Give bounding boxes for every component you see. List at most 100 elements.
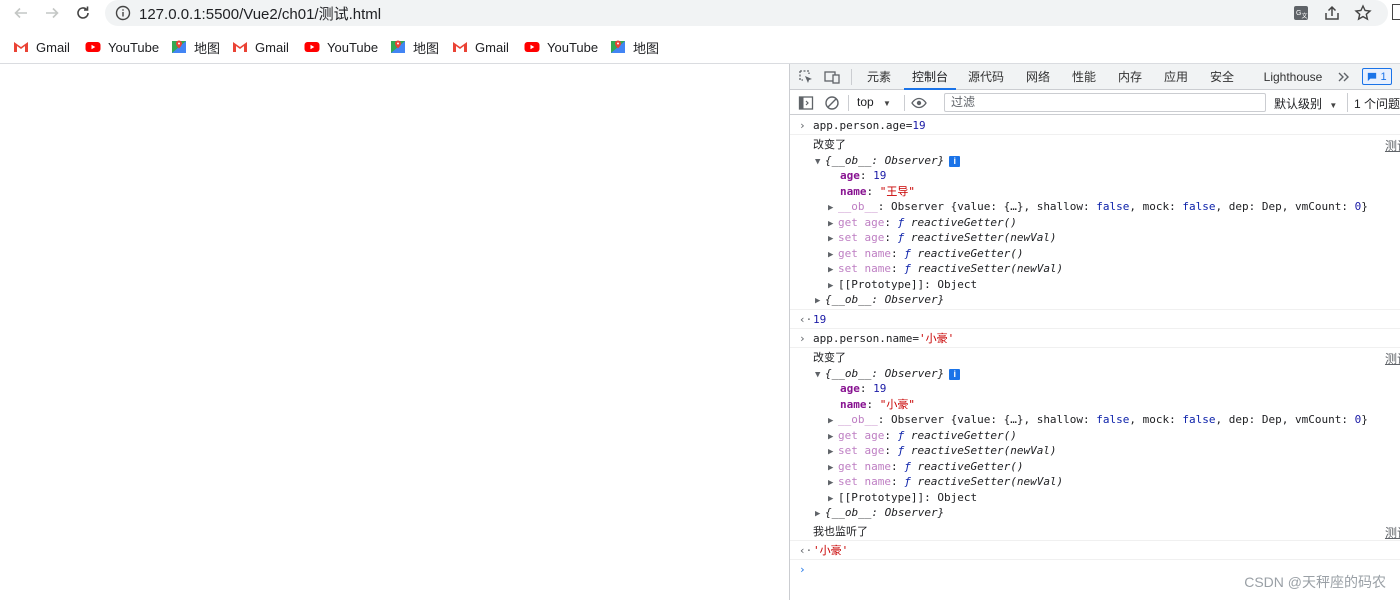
bookmark-item[interactable]: YouTube	[304, 39, 378, 55]
object-collapsed[interactable]: ▶ {__ob__: Observer}	[815, 505, 944, 520]
tab-network[interactable]: 网络	[1018, 64, 1058, 90]
address-bar[interactable]: 127.0.0.1:5500/Vue2/ch01/测试.html G文	[105, 0, 1388, 26]
console-input-line[interactable]: › app.person.name='小豪'	[790, 331, 1400, 346]
clear-console-icon[interactable]	[824, 95, 840, 111]
property-ob[interactable]: ▶ __ob__: Observer {value: {…}, shallow: …	[828, 412, 1368, 427]
bookmark-item[interactable]: YouTube	[524, 39, 598, 55]
property-value: , mock:	[1129, 413, 1183, 426]
gmail-icon	[233, 42, 247, 52]
property-name: name: "小豪"	[840, 398, 915, 411]
message-icon	[1368, 72, 1377, 81]
inspect-element-icon[interactable]	[798, 69, 814, 85]
property-getter[interactable]: ▶ get age: ƒ reactiveGetter()	[828, 215, 1017, 230]
bookmark-label: Gmail	[255, 39, 289, 55]
property-value: [[Prototype]]: Object	[838, 278, 978, 291]
expand-triangle-icon: ▼	[815, 157, 821, 167]
tab-performance[interactable]: 性能	[1064, 64, 1104, 90]
console-input-line[interactable]: › app.person.age=19	[790, 118, 1400, 133]
command-value: 19	[912, 119, 926, 132]
share-icon[interactable]	[1323, 4, 1341, 22]
property-getter[interactable]: ▶ get name: ƒ reactiveGetter()	[828, 459, 1023, 474]
console-result-line: ‹· '小豪'	[790, 543, 1400, 558]
tab-security[interactable]: 安全	[1202, 64, 1242, 90]
collapsed-triangle-icon: ▶	[828, 416, 834, 426]
property-value: false	[1096, 413, 1130, 426]
property-name: name: "王导"	[840, 185, 915, 198]
command-text: app.person.age=	[813, 119, 913, 132]
property-setter[interactable]: ▶ set age: ƒ reactiveSetter(newVal)	[828, 443, 1057, 458]
side-panel-icon[interactable]	[1392, 4, 1400, 20]
info-icon[interactable]: i	[949, 369, 961, 380]
property-key: name	[840, 398, 867, 411]
bookmark-item[interactable]: Gmail	[232, 39, 289, 55]
tab-elements[interactable]: 元素	[858, 64, 900, 90]
url-text[interactable]: 127.0.0.1:5500/Vue2/ch01/测试.html	[139, 3, 381, 24]
property-value: [[Prototype]]: Object	[838, 491, 978, 504]
translate-icon[interactable]: G文	[1292, 4, 1310, 22]
issues-counter[interactable]: 1 个问题	[1347, 93, 1400, 112]
tab-memory[interactable]: 内存	[1110, 64, 1150, 90]
row-divider	[790, 540, 1400, 541]
tab-application[interactable]: 应用	[1156, 64, 1196, 90]
function-marker: ƒ	[904, 262, 911, 275]
property-value: , mock:	[1129, 200, 1183, 213]
reload-button[interactable]	[72, 2, 94, 24]
object-expanded[interactable]: ▼ {__ob__: Observer} i	[815, 366, 961, 381]
source-link[interactable]: 测试	[1385, 524, 1400, 541]
site-info-icon[interactable]	[115, 5, 131, 21]
sidebar-toggle-icon[interactable]	[798, 95, 814, 111]
filter-input[interactable]: 过滤	[944, 93, 1266, 112]
collapsed-triangle-icon: ▶	[815, 509, 821, 519]
more-tabs-chevron-icon[interactable]	[1336, 69, 1352, 85]
property-setter[interactable]: ▶ set name: ƒ reactiveSetter(newVal)	[828, 261, 1063, 276]
bookmark-item[interactable]: 地图	[171, 39, 221, 56]
issues-badge[interactable]: 1	[1362, 68, 1392, 85]
source-link[interactable]: 测试	[1385, 350, 1400, 367]
bookmark-item[interactable]: Gmail	[452, 39, 509, 55]
back-button[interactable]	[10, 2, 32, 24]
info-icon[interactable]: i	[949, 156, 961, 167]
property-value: false	[1182, 200, 1216, 213]
bookmark-item[interactable]: 地图	[610, 39, 659, 56]
device-toolbar-icon[interactable]	[824, 69, 840, 85]
tab-sources[interactable]: 源代码	[960, 64, 1012, 90]
issues-badge-count: 1	[1380, 70, 1387, 83]
property-key: age	[840, 169, 860, 182]
page-viewport[interactable]	[0, 64, 789, 600]
object-collapsed[interactable]: ▶ {__ob__: Observer}	[815, 292, 944, 307]
bookmark-item[interactable]: 地图	[390, 39, 439, 56]
property-getter[interactable]: ▶ get name: ƒ reactiveGetter()	[828, 246, 1023, 261]
function-name: reactiveGetter()	[910, 216, 1017, 229]
log-message: 我也监听了	[813, 525, 868, 538]
bookmark-label: Gmail	[36, 39, 70, 55]
bookmark-item[interactable]: YouTube	[85, 39, 159, 55]
eye-icon[interactable]	[911, 95, 927, 111]
property-key: get age	[838, 216, 885, 229]
property-setter[interactable]: ▶ set age: ƒ reactiveSetter(newVal)	[828, 230, 1057, 245]
row-divider	[790, 559, 1400, 560]
collapsed-triangle-icon: ▶	[828, 265, 834, 275]
property-value: false	[1096, 200, 1130, 213]
bookmark-item[interactable]: Gmail	[13, 39, 70, 55]
log-levels-dropdown[interactable]: 默认级别 ▼	[1274, 95, 1337, 112]
property-prototype[interactable]: ▶ [[Prototype]]: Object	[828, 490, 977, 505]
tab-console[interactable]: 控制台	[904, 64, 956, 90]
property-prototype[interactable]: ▶ [[Prototype]]: Object	[828, 277, 977, 292]
forward-button[interactable]	[41, 2, 63, 24]
property-value: "小豪"	[879, 398, 915, 411]
context-selector[interactable]: top ▼	[857, 95, 891, 109]
property-key: __ob__	[838, 200, 878, 213]
property-key: get name	[838, 460, 891, 473]
property-key: set name	[838, 262, 891, 275]
object-preview: {__ob__: Observer}	[825, 367, 945, 380]
tab-lighthouse[interactable]: Lighthouse	[1256, 64, 1330, 90]
property-setter[interactable]: ▶ set name: ƒ reactiveSetter(newVal)	[828, 474, 1063, 489]
row-divider	[790, 309, 1400, 310]
property-ob[interactable]: ▶ __ob__: Observer {value: {…}, shallow: …	[828, 199, 1368, 214]
bookmark-star-icon[interactable]	[1354, 4, 1372, 22]
source-link[interactable]: 测试	[1385, 137, 1400, 154]
property-value: 19	[873, 382, 887, 395]
property-getter[interactable]: ▶ get age: ƒ reactiveGetter()	[828, 428, 1017, 443]
bookmark-label: 地图	[194, 40, 221, 56]
object-expanded[interactable]: ▼ {__ob__: Observer} i	[815, 153, 961, 168]
